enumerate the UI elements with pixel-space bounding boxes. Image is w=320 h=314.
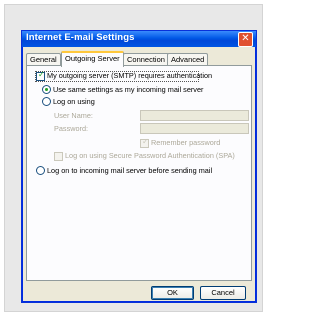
remember-password-checkbox[interactable]: ✓ (140, 137, 149, 148)
tab-outgoing-server[interactable]: Outgoing Server (61, 51, 124, 67)
close-button[interactable]: ✕ (238, 32, 253, 47)
username-label: User Name: (54, 111, 93, 120)
tab-connection[interactable]: Connection (123, 53, 169, 65)
radio-selected-dot (45, 88, 48, 91)
spa-label: Log on using Secure Password Authenticat… (65, 151, 235, 160)
username-field[interactable] (140, 110, 249, 121)
dialog-title: Internet E-mail Settings (26, 32, 135, 43)
requires-auth-checkbox[interactable]: ✓ (36, 70, 45, 81)
use-same-settings-radio[interactable] (42, 85, 51, 94)
use-same-settings-label: Use same settings as my incoming mail se… (53, 85, 204, 94)
checkmark-icon: ✓ (142, 137, 149, 146)
close-icon: ✕ (241, 33, 250, 44)
logon-before-sending-label: Log on to incoming mail server before se… (47, 166, 213, 175)
spa-checkbox[interactable] (54, 152, 63, 161)
password-label: Password: (54, 124, 89, 133)
requires-auth-label: My outgoing server (SMTP) requires authe… (47, 71, 213, 80)
outgoing-server-panel: ✓ My outgoing server (SMTP) requires aut… (26, 65, 252, 281)
logon-using-label: Log on using (53, 97, 95, 106)
logon-before-sending-radio[interactable] (36, 166, 45, 175)
remember-password-label: Remember password (151, 138, 221, 147)
tab-general[interactable]: General (26, 53, 61, 65)
checkmark-icon: ✓ (38, 70, 45, 79)
password-field[interactable] (140, 123, 249, 134)
email-settings-dialog: Internet E-mail Settings ✕ General Outgo… (21, 30, 257, 303)
ok-button[interactable]: OK (151, 286, 194, 300)
tab-advanced[interactable]: Advanced (167, 53, 209, 65)
title-bar[interactable]: Internet E-mail Settings ✕ (22, 31, 256, 47)
logon-using-radio[interactable] (42, 97, 51, 106)
cancel-button[interactable]: Cancel (200, 286, 246, 300)
